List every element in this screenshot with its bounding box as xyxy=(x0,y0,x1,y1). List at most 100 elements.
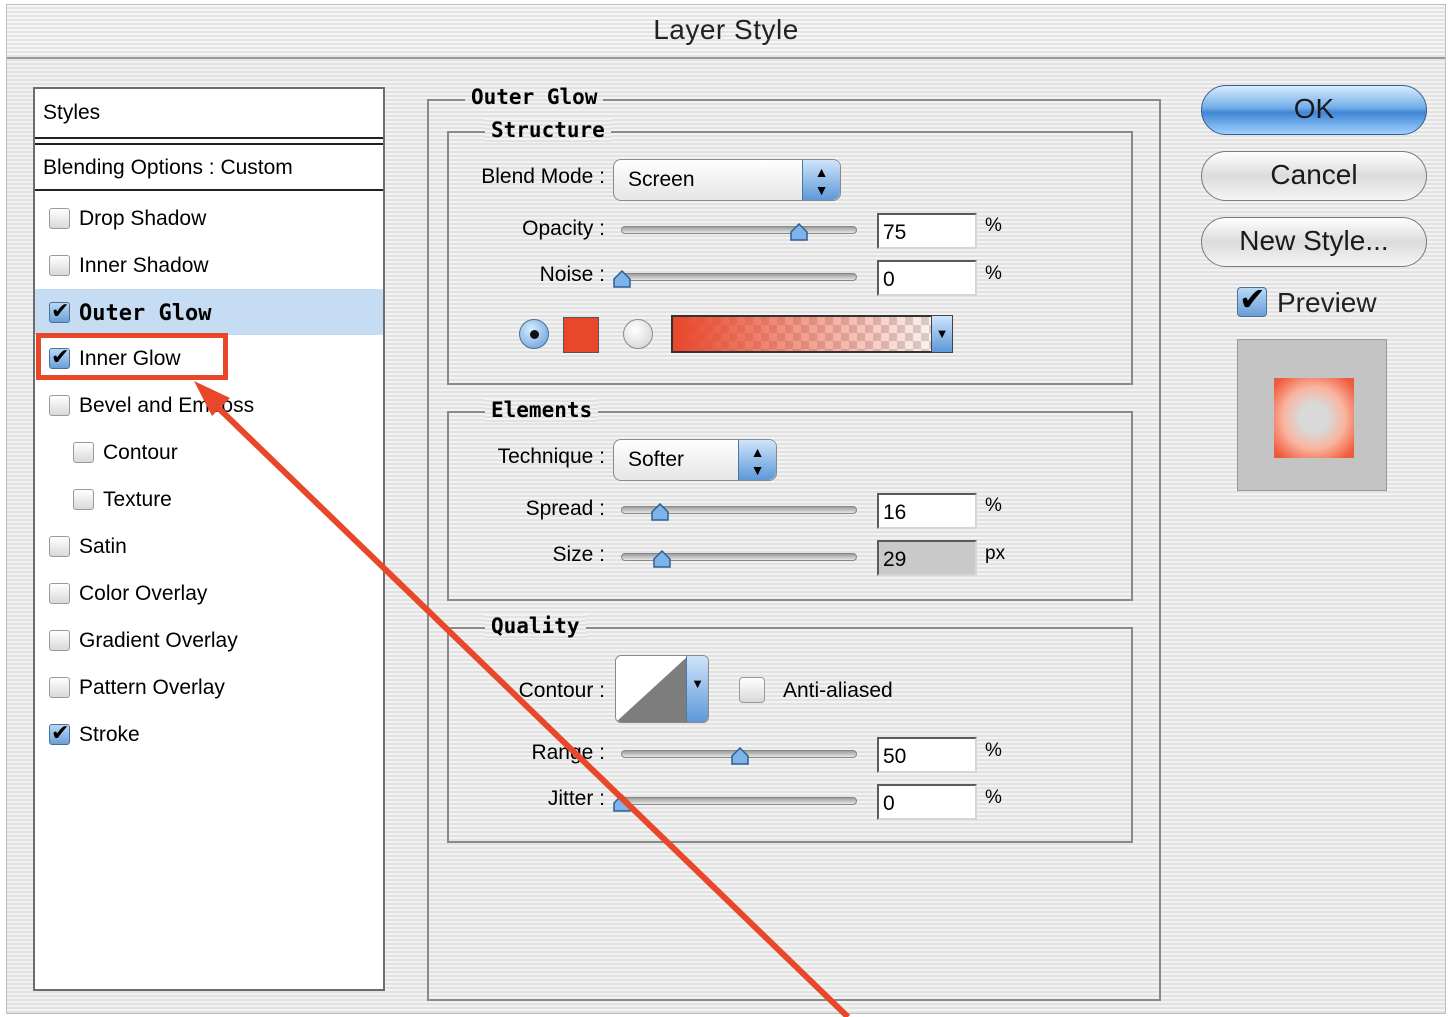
contour-label: Contour : xyxy=(518,679,605,702)
technique-select[interactable]: Softer ▲ ▼ xyxy=(613,439,777,481)
style-item-bevel-and-emboss[interactable]: Bevel and Emboss xyxy=(35,382,383,428)
style-checkbox[interactable] xyxy=(49,630,70,651)
blending-options-item[interactable]: Blending Options : Custom xyxy=(35,143,383,191)
noise-input[interactable]: 0 xyxy=(877,260,977,296)
jitter-label: Jitter : xyxy=(547,787,605,810)
anti-aliased-checkbox[interactable] xyxy=(739,677,765,703)
style-checkbox[interactable] xyxy=(49,208,70,229)
range-slider[interactable] xyxy=(621,747,857,765)
opacity-slider-thumb[interactable] xyxy=(790,223,808,241)
range-input[interactable]: 50 xyxy=(877,737,977,773)
style-checkbox[interactable] xyxy=(73,442,94,463)
updown-arrow-icon: ▲ ▼ xyxy=(802,160,840,200)
glow-color-swatch[interactable] xyxy=(563,317,599,353)
annotation-highlight-box xyxy=(36,333,228,380)
size-label: Size : xyxy=(552,543,605,566)
quality-title: Quality xyxy=(485,614,586,638)
style-item-label: Bevel and Emboss xyxy=(79,394,255,417)
spread-slider-thumb[interactable] xyxy=(651,503,669,521)
preview-label: Preview xyxy=(1277,287,1377,318)
opacity-label: Opacity : xyxy=(522,217,605,240)
elements-title: Elements xyxy=(485,398,599,422)
style-checkbox[interactable] xyxy=(49,255,70,276)
opacity-unit: % xyxy=(985,215,1002,236)
style-item-texture[interactable]: Texture xyxy=(35,476,383,522)
window-title: Layer Style xyxy=(653,14,799,45)
size-slider[interactable] xyxy=(621,550,857,568)
spread-unit: % xyxy=(985,495,1002,516)
style-checkbox[interactable] xyxy=(49,583,70,604)
new-style-button[interactable]: New Style... xyxy=(1201,217,1427,267)
technique-label: Technique : xyxy=(497,445,605,468)
style-item-label: Inner Shadow xyxy=(79,254,209,277)
style-item-label: Stroke xyxy=(79,723,140,746)
gradient-radio[interactable] xyxy=(623,319,653,349)
blend-mode-select[interactable]: Screen ▲ ▼ xyxy=(613,159,841,201)
style-item-pattern-overlay[interactable]: Pattern Overlay xyxy=(35,664,383,710)
style-item-inner-shadow[interactable]: Inner Shadow xyxy=(35,242,383,288)
solid-color-radio[interactable] xyxy=(519,319,549,349)
jitter-slider[interactable] xyxy=(613,794,857,812)
preview-swatch xyxy=(1274,378,1354,458)
style-item-label: Satin xyxy=(79,535,127,558)
style-item-stroke[interactable]: Stroke xyxy=(35,711,383,757)
ok-button[interactable]: OK xyxy=(1201,85,1427,135)
style-item-gradient-overlay[interactable]: Gradient Overlay xyxy=(35,617,383,663)
contour-picker[interactable]: ▼ xyxy=(615,655,709,723)
style-checkbox[interactable] xyxy=(49,536,70,557)
style-checkbox[interactable] xyxy=(49,395,70,416)
style-checkbox[interactable] xyxy=(73,489,94,510)
blend-mode-value: Screen xyxy=(628,168,695,191)
size-slider-thumb[interactable] xyxy=(653,550,671,568)
noise-slider-thumb[interactable] xyxy=(613,270,631,288)
blend-mode-label: Blend Mode : xyxy=(481,165,605,188)
style-item-color-overlay[interactable]: Color Overlay xyxy=(35,570,383,616)
cancel-button[interactable]: Cancel xyxy=(1201,151,1427,201)
size-unit: px xyxy=(985,543,1006,564)
style-item-satin[interactable]: Satin xyxy=(35,523,383,569)
jitter-unit: % xyxy=(985,787,1002,808)
style-item-label: Contour xyxy=(103,441,178,464)
style-item-label: Gradient Overlay xyxy=(79,629,238,652)
opacity-input[interactable]: 75 xyxy=(877,213,977,249)
spread-input[interactable]: 16 xyxy=(877,493,977,529)
range-label: Range : xyxy=(531,741,605,764)
dropdown-arrow-icon[interactable]: ▼ xyxy=(931,315,953,353)
style-item-label: Color Overlay xyxy=(79,582,208,605)
range-unit: % xyxy=(985,740,1002,761)
title-bar[interactable]: Layer Style xyxy=(7,5,1445,59)
noise-label: Noise : xyxy=(539,263,605,286)
spread-label: Spread : xyxy=(525,497,605,520)
styles-header[interactable]: Styles xyxy=(35,89,383,139)
preview-checkbox[interactable] xyxy=(1237,280,1267,318)
anti-aliased-label: Anti-aliased xyxy=(783,679,893,702)
style-item-label: Drop Shadow xyxy=(79,207,207,230)
jitter-input[interactable]: 0 xyxy=(877,784,977,820)
noise-slider[interactable] xyxy=(613,270,857,288)
style-checkbox[interactable] xyxy=(49,720,70,746)
spread-slider[interactable] xyxy=(621,503,857,521)
style-preview-thumbnail xyxy=(1237,339,1387,491)
style-item-contour[interactable]: Contour xyxy=(35,429,383,475)
range-slider-thumb[interactable] xyxy=(731,747,749,765)
style-item-drop-shadow[interactable]: Drop Shadow xyxy=(35,195,383,241)
style-item-label: Outer Glow xyxy=(79,301,212,326)
size-input[interactable]: 29 xyxy=(877,540,977,576)
layer-style-dialog: Layer Style Styles Blending Options : Cu… xyxy=(6,4,1446,1014)
jitter-slider-thumb[interactable] xyxy=(613,794,631,812)
style-item-outer-glow[interactable]: Outer Glow xyxy=(35,289,383,335)
style-checkbox[interactable] xyxy=(49,677,70,698)
style-checkbox[interactable] xyxy=(49,298,70,324)
styles-list: Styles Blending Options : Custom Drop Sh… xyxy=(33,87,385,991)
updown-arrow-icon: ▲ ▼ xyxy=(738,440,776,480)
glow-gradient-picker[interactable]: ▼ xyxy=(671,315,953,353)
opacity-slider[interactable] xyxy=(621,223,857,241)
linear-contour-icon xyxy=(616,656,688,722)
outer-glow-title: Outer Glow xyxy=(465,85,604,109)
style-item-label: Texture xyxy=(103,488,172,511)
dropdown-arrow-icon[interactable]: ▼ xyxy=(686,656,708,722)
style-item-label: Pattern Overlay xyxy=(79,676,225,699)
noise-unit: % xyxy=(985,263,1002,284)
technique-value: Softer xyxy=(628,448,685,471)
structure-title: Structure xyxy=(485,118,611,142)
